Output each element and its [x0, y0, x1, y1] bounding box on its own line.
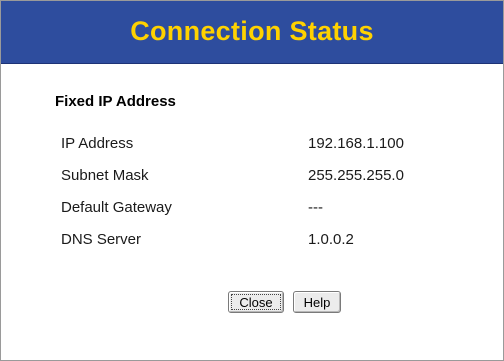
- dns-server-value: 1.0.0.2: [308, 231, 354, 248]
- default-gateway-label: Default Gateway: [61, 199, 172, 216]
- default-gateway-value: ---: [308, 199, 323, 216]
- connection-status-window: Connection Status Fixed IP Address IP Ad…: [0, 0, 504, 361]
- dns-server-label: DNS Server: [61, 231, 142, 248]
- row-subnet-mask: Subnet Mask 255.255.255.0: [61, 167, 461, 187]
- row-dns-server: DNS Server 1.0.0.2: [61, 231, 461, 251]
- ip-address-label: IP Address: [61, 135, 134, 152]
- row-default-gateway: Default Gateway ---: [61, 199, 461, 219]
- header-bar: Connection Status: [1, 1, 503, 64]
- page-title: Connection Status: [130, 16, 374, 46]
- subnet-mask-value: 255.255.255.0: [308, 167, 404, 184]
- subnet-mask-label: Subnet Mask: [61, 167, 149, 184]
- section-title: Fixed IP Address: [55, 93, 176, 110]
- row-ip-address: IP Address 192.168.1.100: [61, 135, 461, 155]
- close-button[interactable]: Close: [228, 291, 284, 313]
- help-button[interactable]: Help: [293, 291, 341, 313]
- ip-address-value: 192.168.1.100: [308, 135, 404, 152]
